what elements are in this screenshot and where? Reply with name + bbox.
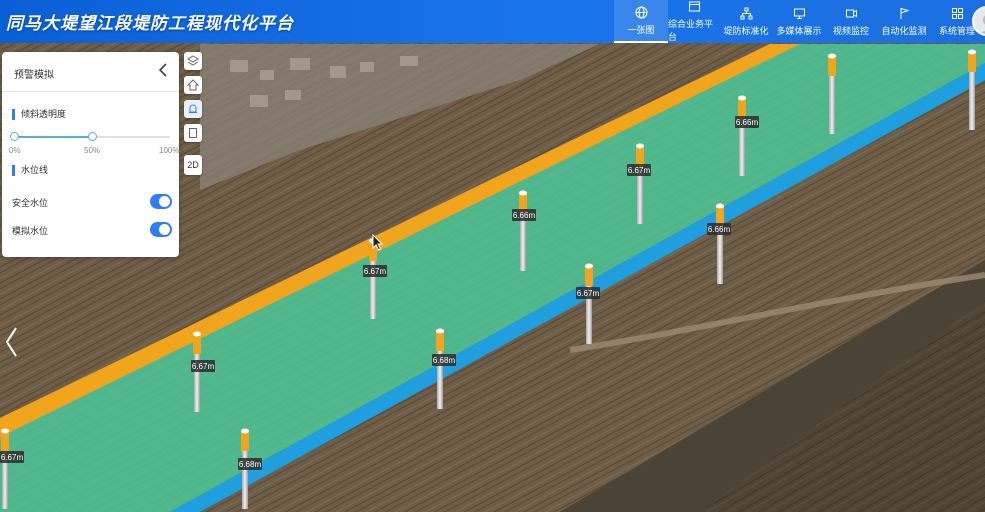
water-level-tag: 6.67m bbox=[191, 360, 215, 372]
toggle-row-safe-level: 安全水位 bbox=[12, 194, 172, 210]
transparency-label: 倾斜透明度 bbox=[12, 109, 66, 120]
alert-tool-button[interactable] bbox=[184, 100, 202, 118]
nav-item-label: 视频监控 bbox=[832, 25, 869, 36]
app-title: 同马大堤望江段堤防工程现代化平台 bbox=[6, 14, 294, 34]
monitoring-pole[interactable] bbox=[1, 428, 9, 510]
sim-level-label: 模拟水位 bbox=[12, 226, 49, 236]
water-level-tag: 6.68m bbox=[432, 354, 456, 366]
slider-min-handle[interactable] bbox=[10, 132, 19, 141]
layers-tool-button[interactable] bbox=[184, 52, 202, 70]
water-level-tag: 6.68m bbox=[238, 458, 262, 470]
grid-icon bbox=[951, 7, 963, 19]
water-level-tag: 6.67m bbox=[0, 451, 24, 463]
water-level-value: 6.66m bbox=[513, 211, 536, 220]
nav-item-label: 自动化监测 bbox=[881, 25, 927, 36]
water-level-value: 6.67m bbox=[1, 453, 24, 462]
slider-tick-max: 100% bbox=[159, 146, 180, 155]
water-level-tag: 6.67m bbox=[363, 265, 387, 277]
nav-item-1[interactable]: 综合业务平台 bbox=[668, 0, 720, 43]
water-level-value: 6.67m bbox=[577, 289, 600, 298]
water-level-tag: 6.67m bbox=[576, 287, 600, 299]
panel-title: 预警模拟 bbox=[14, 70, 54, 81]
layers-icon bbox=[187, 55, 199, 66]
waterline-label: 水位线 bbox=[12, 165, 48, 176]
mouse-cursor-icon bbox=[372, 234, 383, 251]
video-icon bbox=[845, 9, 857, 17]
map-toolbar bbox=[184, 52, 202, 148]
document-tool-button[interactable] bbox=[184, 124, 202, 142]
water-level-value: 6.67m bbox=[628, 166, 651, 175]
flag-icon bbox=[900, 7, 910, 19]
hierarchy-icon bbox=[740, 7, 752, 19]
slider-fill bbox=[14, 136, 92, 138]
warning-simulation-panel: 预警模拟 倾斜透明度 0% 50% 100% 水位线 安全水位 模拟水位 bbox=[2, 52, 179, 257]
monitoring-pole[interactable] bbox=[585, 263, 593, 345]
slider-value-handle[interactable] bbox=[88, 132, 97, 141]
slider-tick-min: 0% bbox=[9, 146, 21, 155]
monitoring-pole[interactable] bbox=[636, 143, 644, 225]
safe-level-toggle[interactable] bbox=[150, 194, 172, 209]
toggle-row-sim-level: 模拟水位 bbox=[12, 222, 172, 238]
monitoring-pole[interactable] bbox=[828, 53, 836, 135]
nav-item-3[interactable]: 多媒体展示 bbox=[772, 0, 826, 43]
monitoring-pole[interactable] bbox=[519, 190, 527, 272]
safe-level-label: 安全水位 bbox=[12, 198, 49, 208]
water-level-value: 6.67m bbox=[192, 362, 215, 371]
nav-item-label: 综合业务平台 bbox=[668, 19, 714, 42]
top-header: 同马大堤望江段堤防工程现代化平台 一张图 综合业务平台 堤防标准化 多媒体展示 视频监控… bbox=[0, 0, 985, 43]
water-level-value: 6.66m bbox=[736, 118, 759, 127]
window-icon bbox=[688, 1, 700, 12]
nav-item-label: 多媒体展示 bbox=[776, 25, 822, 36]
panel-header: 预警模拟 bbox=[2, 52, 179, 92]
chevron-left-icon[interactable] bbox=[156, 62, 170, 78]
nav-item-5[interactable]: 自动化监测 bbox=[876, 0, 932, 43]
water-level-tag: 6.67m bbox=[627, 164, 651, 176]
monitoring-pole[interactable] bbox=[738, 95, 746, 177]
water-level-value: 6.66m bbox=[708, 225, 731, 234]
slider-tick-mid: 50% bbox=[84, 146, 101, 155]
water-level-value: 6.68m bbox=[433, 356, 456, 365]
nav-item-label: 系统管理 bbox=[938, 25, 975, 36]
home-tool-button[interactable] bbox=[184, 76, 202, 94]
chevron-left-icon[interactable] bbox=[4, 326, 18, 358]
bell-icon bbox=[189, 104, 197, 113]
nav-item-label: 堤防标准化 bbox=[723, 25, 769, 36]
home-icon bbox=[187, 79, 199, 91]
water-level-value: 6.67m bbox=[364, 267, 387, 276]
water-level-value: 6.68m bbox=[239, 460, 262, 469]
water-level-tag: 6.66m bbox=[707, 223, 731, 235]
nav-item-0[interactable]: 一张图 bbox=[614, 0, 668, 43]
sim-level-toggle[interactable] bbox=[150, 222, 172, 237]
main-nav: 一张图 综合业务平台 堤防标准化 多媒体展示 视频监控 自动化监测 系统管理 bbox=[614, 0, 982, 43]
mode-2d-button[interactable]: 2D bbox=[184, 155, 202, 175]
water-level-tag: 6.66m bbox=[735, 116, 759, 128]
water-level-tag: 6.66m bbox=[512, 209, 536, 221]
monitoring-pole[interactable] bbox=[716, 203, 724, 285]
nav-item-label: 一张图 bbox=[627, 24, 655, 35]
document-icon bbox=[189, 128, 197, 138]
globe-icon bbox=[635, 6, 647, 18]
monitoring-pole[interactable] bbox=[436, 328, 444, 410]
monitor-icon bbox=[793, 8, 805, 19]
nav-item-2[interactable]: 堤防标准化 bbox=[720, 0, 772, 43]
monitoring-pole[interactable] bbox=[968, 49, 976, 131]
nav-item-4[interactable]: 视频监控 bbox=[826, 0, 876, 43]
